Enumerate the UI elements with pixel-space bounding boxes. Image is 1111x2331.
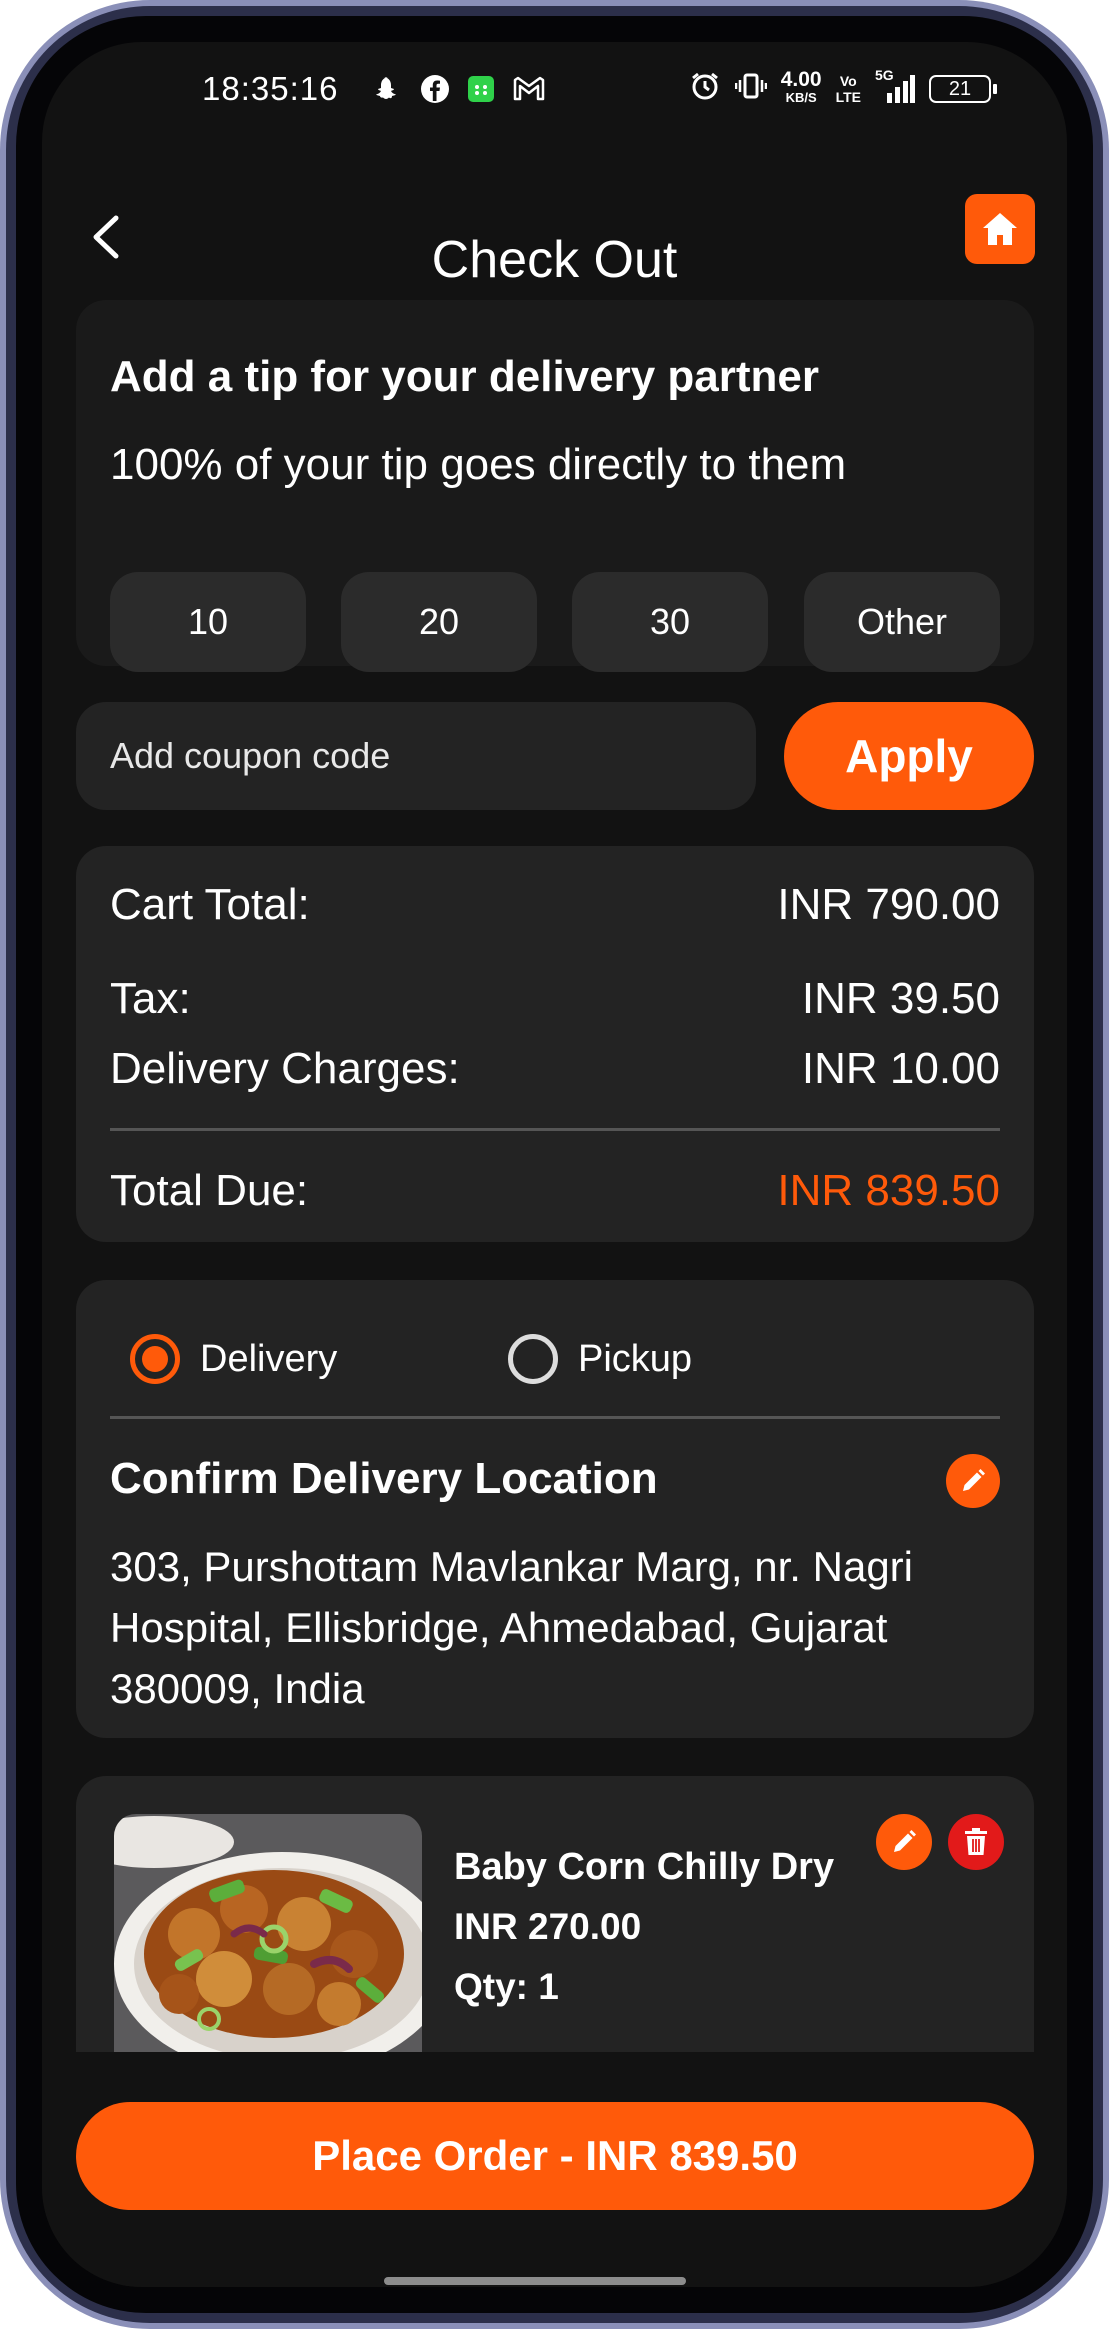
alarm-icon: [689, 70, 721, 108]
tip-option-other[interactable]: Other: [804, 572, 1000, 672]
radio-unselected-icon: [508, 1334, 558, 1384]
tip-subtitle: 100% of your tip goes directly to them: [110, 440, 847, 489]
snapchat-icon: [372, 72, 406, 106]
pickup-radio-label: Pickup: [578, 1337, 693, 1380]
delivery-location-card: Delivery Pickup Confirm Delivery Locatio…: [76, 1280, 1034, 1738]
status-time: 18:35:16: [202, 70, 339, 107]
radio-selected-icon: [130, 1334, 180, 1384]
status-bar: 18:35:16 4.00 KB/S Vo LTE 5G 21: [42, 42, 1067, 142]
home-icon: [983, 213, 1017, 245]
delete-item-button[interactable]: [948, 1814, 1004, 1870]
cart-total-row: Cart Total: INR 790.00: [110, 880, 1000, 930]
total-due-row: Total Due: INR 839.50: [110, 1166, 1000, 1216]
tax-value: INR 39.50: [801, 974, 1000, 1023]
page-title: Check Out: [431, 231, 678, 289]
delivery-radio-label: Delivery: [200, 1337, 338, 1380]
delivery-charges-value: INR 10.00: [801, 1044, 1000, 1093]
item-price: INR 270.00: [454, 1906, 642, 1947]
total-due-value: INR 839.50: [777, 1166, 1000, 1215]
tax-label: Tax:: [110, 974, 191, 1023]
status-indicators: 4.00 KB/S Vo LTE 5G 21: [689, 67, 997, 108]
cart-total-label: Cart Total:: [110, 880, 310, 929]
edit-location-button[interactable]: [946, 1454, 1000, 1508]
edit-item-button[interactable]: [876, 1814, 932, 1870]
delivery-charges-row: Delivery Charges: INR 10.00: [110, 1044, 1000, 1094]
gesture-navigation-handle[interactable]: [384, 2277, 686, 2285]
item-name: Baby Corn Chilly Dry: [454, 1846, 835, 1888]
delivery-address: 303, Purshottam Mavlankar Marg, nr. Nagr…: [110, 1543, 914, 1712]
messaging-app-icon: [464, 72, 498, 106]
pickup-radio[interactable]: Pickup: [508, 1334, 692, 1384]
location-title: Confirm Delivery Location: [110, 1454, 658, 1503]
gmail-icon: [510, 72, 548, 106]
volte-indicator: Vo LTE: [835, 73, 861, 105]
tax-row: Tax: INR 39.50: [110, 974, 1000, 1024]
network-speed: 4.00 KB/S: [780, 68, 822, 105]
item-quantity: Qty: 1: [454, 1966, 559, 2007]
signal-icon: 5G: [875, 67, 915, 105]
place-order-button[interactable]: Place Order - INR 839.50: [76, 2102, 1034, 2210]
location-divider: [110, 1416, 1000, 1419]
food-image: [114, 1814, 422, 2074]
app-screen: 18:35:16 4.00 KB/S Vo LTE 5G 21 Check Ou…: [42, 42, 1067, 2287]
apply-coupon-button[interactable]: Apply: [784, 702, 1034, 810]
tip-title: Add a tip for your delivery partner: [110, 352, 820, 401]
trash-icon: [965, 1828, 987, 1855]
coupon-input[interactable]: Add coupon code: [76, 702, 756, 810]
tip-option-20[interactable]: 20: [341, 572, 537, 672]
battery-icon: 21: [929, 75, 997, 103]
facebook-icon: [418, 72, 452, 106]
tip-option-10[interactable]: 10: [110, 572, 306, 672]
pencil-icon: [894, 1830, 916, 1852]
home-button[interactable]: [965, 194, 1035, 264]
tip-option-30[interactable]: 30: [572, 572, 768, 672]
delivery-charges-label: Delivery Charges:: [110, 1044, 460, 1093]
cart-total-value: INR 790.00: [777, 880, 1000, 929]
summary-divider: [110, 1128, 1000, 1131]
total-due-label: Total Due:: [110, 1166, 309, 1215]
delivery-radio[interactable]: Delivery: [130, 1334, 337, 1384]
pencil-icon: [963, 1469, 985, 1491]
order-summary-card: Cart Total: INR 790.00 Tax: INR 39.50 De…: [76, 846, 1034, 1242]
vibrate-icon: [734, 70, 767, 108]
tip-card: Add a tip for your delivery partner 100%…: [76, 300, 1034, 672]
